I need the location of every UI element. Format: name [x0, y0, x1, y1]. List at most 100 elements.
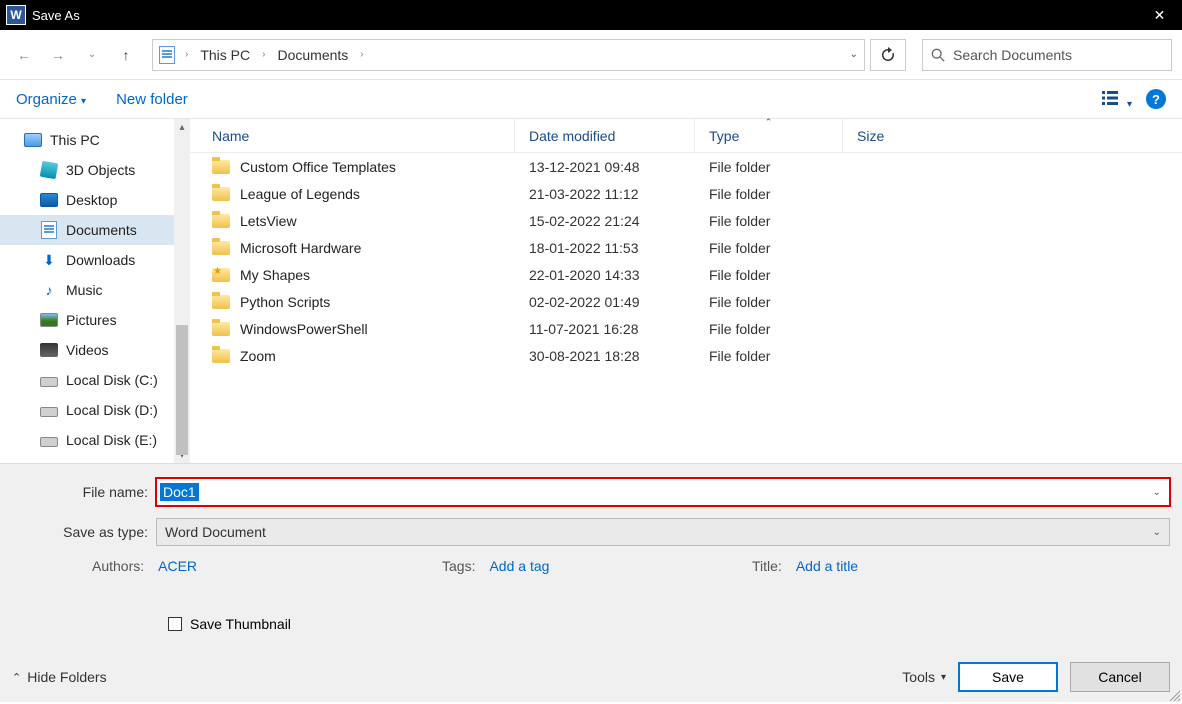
scroll-thumb[interactable]: [176, 325, 188, 455]
folder-icon: [212, 322, 230, 336]
filename-label: File name:: [12, 484, 156, 500]
column-type[interactable]: ⌃Type: [695, 119, 843, 152]
authors-value[interactable]: ACER: [158, 558, 197, 574]
save-panel: File name: Doc1 ⌄ Save as type: Word Doc…: [0, 463, 1182, 702]
file-row[interactable]: League of Legends21-03-2022 11:12File fo…: [190, 180, 1182, 207]
tools-menu[interactable]: Tools ▾: [902, 669, 946, 685]
file-type: File folder: [695, 240, 843, 256]
back-button[interactable]: ←: [10, 41, 38, 69]
file-row[interactable]: LetsView15-02-2022 21:24File folder: [190, 207, 1182, 234]
tree-item-local-disk-c-[interactable]: Local Disk (C:): [0, 365, 190, 395]
file-date: 15-02-2022 21:24: [515, 213, 695, 229]
column-headers: Name Date modified ⌃Type Size: [190, 119, 1182, 153]
sidebar-scrollbar[interactable]: ▴ ▾: [174, 119, 190, 463]
pic-icon: [40, 311, 58, 329]
title-bar: W Save As ✕: [0, 0, 1182, 30]
close-button[interactable]: ✕: [1137, 0, 1182, 30]
tree-item-label: Local Disk (E:): [66, 432, 157, 448]
file-name: WindowsPowerShell: [240, 321, 368, 337]
window-title: Save As: [32, 8, 1137, 23]
tree-item-downloads[interactable]: ⬇Downloads: [0, 245, 190, 275]
type-value: Word Document: [165, 524, 266, 540]
folder-icon: [212, 295, 230, 309]
refresh-icon: [880, 47, 896, 63]
desktop-icon: [40, 191, 58, 209]
new-folder-button[interactable]: New folder: [116, 91, 188, 108]
navigation-bar: ← → ⌄ ↑ › This PC › Documents › ⌄ Search…: [0, 30, 1182, 80]
search-input[interactable]: Search Documents: [922, 39, 1172, 71]
address-dropdown[interactable]: ⌄: [850, 49, 858, 60]
folder-icon: [212, 187, 230, 201]
save-button[interactable]: Save: [958, 662, 1058, 692]
type-dropdown-icon[interactable]: ⌄: [1153, 527, 1161, 538]
chevron-right-icon[interactable]: ›: [181, 49, 192, 60]
tree-item-label: Downloads: [66, 252, 135, 268]
pc-icon: [24, 131, 42, 149]
view-options-button[interactable]: ▾: [1101, 89, 1132, 110]
tags-label: Tags:: [442, 558, 475, 574]
hide-folders-button[interactable]: ⌃ Hide Folders: [12, 669, 107, 685]
obj3d-icon: [40, 161, 58, 179]
address-bar[interactable]: › This PC › Documents › ⌄: [152, 39, 865, 71]
history-dropdown[interactable]: ⌄: [78, 41, 106, 69]
folder-icon: [212, 241, 230, 255]
folder-icon: [212, 160, 230, 174]
chevron-up-icon: ⌃: [12, 671, 21, 684]
column-name[interactable]: Name: [190, 119, 515, 152]
resize-grip[interactable]: [1168, 688, 1180, 700]
save-thumbnail-label[interactable]: Save Thumbnail: [190, 616, 291, 632]
file-row[interactable]: My Shapes22-01-2020 14:33File folder: [190, 261, 1182, 288]
file-row[interactable]: Microsoft Hardware 18-01-2022 11:53File f…: [190, 234, 1182, 261]
tree-item-desktop[interactable]: Desktop: [0, 185, 190, 215]
file-type: File folder: [695, 159, 843, 175]
title-value[interactable]: Add a title: [796, 558, 858, 574]
tree-item-3d-objects[interactable]: 3D Objects: [0, 155, 190, 185]
breadcrumb-this-pc[interactable]: This PC: [198, 47, 252, 63]
folder-icon: [212, 268, 230, 282]
file-date: 02-02-2022 01:49: [515, 294, 695, 310]
file-date: 21-03-2022 11:12: [515, 186, 695, 202]
refresh-button[interactable]: [870, 39, 906, 71]
filename-input[interactable]: Doc1 ⌄: [156, 478, 1170, 506]
tree-item-local-disk-e-[interactable]: Local Disk (E:): [0, 425, 190, 455]
file-row[interactable]: Zoom30-08-2021 18:28File folder: [190, 342, 1182, 369]
chevron-right-icon[interactable]: ›: [356, 49, 367, 60]
file-row[interactable]: Custom Office Templates13-12-2021 09:48F…: [190, 153, 1182, 180]
disk-icon: [40, 431, 58, 449]
forward-button[interactable]: →: [44, 41, 72, 69]
organize-menu[interactable]: Organize ▾: [16, 91, 86, 108]
folder-icon: [212, 349, 230, 363]
tree-item-this-pc[interactable]: This PC: [0, 125, 190, 155]
file-name: League of Legends: [240, 186, 360, 202]
tree-item-local-disk-d-[interactable]: Local Disk (D:): [0, 395, 190, 425]
help-button[interactable]: ?: [1146, 89, 1166, 109]
file-date: 18-01-2022 11:53: [515, 240, 695, 256]
tags-value[interactable]: Add a tag: [489, 558, 549, 574]
doc-icon: [40, 221, 58, 239]
filename-dropdown-icon[interactable]: ⌄: [1145, 487, 1169, 498]
authors-label: Authors:: [92, 558, 144, 574]
chevron-right-icon[interactable]: ›: [258, 49, 269, 60]
tree-item-label: Videos: [66, 342, 109, 358]
column-size[interactable]: Size: [843, 119, 884, 152]
cancel-button[interactable]: Cancel: [1070, 662, 1170, 692]
file-name: Microsoft Hardware: [240, 240, 361, 256]
file-row[interactable]: Python Scripts02-02-2022 01:49File folde…: [190, 288, 1182, 315]
main-area: This PC3D ObjectsDesktop Documents ⬇Downlo…: [0, 118, 1182, 463]
tree-item-videos[interactable]: Videos: [0, 335, 190, 365]
tree-item-documents[interactable]: Documents: [0, 215, 190, 245]
file-row[interactable]: WindowsPowerShell11-07-2021 16:28File fo…: [190, 315, 1182, 342]
toolbar: Organize ▾ New folder ▾ ?: [0, 80, 1182, 118]
tree-item-label: Documents: [66, 222, 137, 238]
scroll-up-icon[interactable]: ▴: [174, 119, 190, 135]
search-placeholder: Search Documents: [953, 47, 1072, 63]
tree-item-pictures[interactable]: Pictures: [0, 305, 190, 335]
type-select[interactable]: Word Document ⌄: [156, 518, 1170, 546]
disk-icon: [40, 401, 58, 419]
file-type: File folder: [695, 294, 843, 310]
breadcrumb-documents[interactable]: Documents: [275, 47, 350, 63]
save-thumbnail-checkbox[interactable]: [168, 617, 182, 631]
column-date[interactable]: Date modified: [515, 119, 695, 152]
up-button[interactable]: ↑: [112, 41, 140, 69]
tree-item-music[interactable]: ♪Music: [0, 275, 190, 305]
